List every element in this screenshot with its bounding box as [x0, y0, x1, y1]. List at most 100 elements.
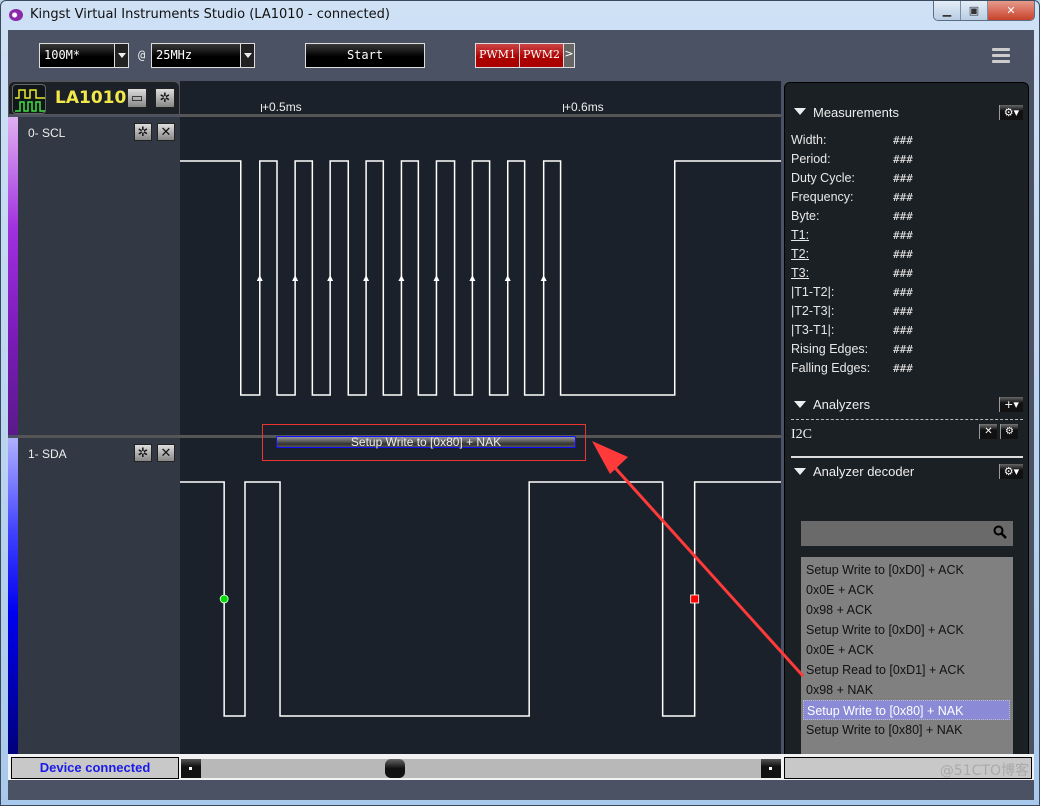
pwm2-button[interactable]: PWM2	[520, 44, 564, 67]
device-settings-button[interactable]: ✲	[155, 88, 175, 108]
rising-edge-marker	[540, 275, 547, 281]
decoder-list-item[interactable]: Setup Write to [0xD0] + ACK	[801, 560, 1013, 580]
channel-settings-button[interactable]: ✲	[134, 444, 152, 462]
measurement-row: |T1-T2|: ###	[791, 285, 1021, 299]
measurement-row: Width: ###	[791, 133, 1021, 147]
measurement-label: Frequency:	[791, 190, 854, 204]
scl-waveform	[180, 160, 781, 396]
channel-label-area: 1- SDA ✲ ✕	[18, 438, 180, 756]
device-config-button[interactable]: ▭	[127, 88, 147, 108]
measurements-options-button[interactable]: ⚙▾	[999, 105, 1023, 120]
device-header: LA1010 ▭ ✲	[8, 81, 180, 115]
sample-rate-select[interactable]: 25MHz	[151, 43, 255, 68]
measurement-value: ###	[893, 248, 913, 261]
waveform-area[interactable]	[180, 117, 781, 435]
device-status: Device connected	[11, 757, 179, 779]
pwm-more-button[interactable]: >	[564, 44, 574, 67]
rising-edge-marker	[256, 275, 263, 281]
start-button[interactable]: Start	[305, 43, 425, 68]
measurement-label: Width:	[791, 133, 827, 147]
decoder-list-item[interactable]: Setup Write to [0xD0] + ACK	[801, 620, 1013, 640]
gear-icon: ⚙▾	[1003, 465, 1020, 478]
close-button[interactable]: ✕	[988, 1, 1034, 20]
gear-icon: ✲	[159, 90, 171, 106]
close-icon: ✕	[160, 124, 172, 140]
decoder-options-button[interactable]: ⚙▾	[999, 464, 1023, 479]
measurement-row: Falling Edges: ###	[791, 361, 1021, 375]
measurement-value: ###	[893, 191, 913, 204]
measurement-row: |T2-T3|: ###	[791, 304, 1021, 318]
measurement-value: ###	[893, 153, 913, 166]
decoder-list-item[interactable]: Setup Write to [0x80] + NAK	[801, 720, 1013, 740]
decoder-search-input[interactable]	[801, 521, 1013, 546]
scroll-right-button[interactable]	[761, 759, 781, 778]
collapse-triangle-icon[interactable]	[794, 468, 806, 475]
collapse-triangle-icon[interactable]	[794, 108, 806, 115]
rising-edge-marker	[504, 275, 511, 281]
measurement-value: ###	[893, 362, 913, 375]
measurement-label[interactable]: T3:	[791, 266, 893, 280]
measurement-label: Byte:	[791, 209, 820, 223]
search-icon[interactable]	[993, 525, 1007, 539]
decoder-list-item[interactable]: 0x0E + ACK	[801, 580, 1013, 600]
analyzer-settings-button[interactable]: ⚙	[1000, 424, 1018, 439]
measurement-label: |T1-T2|:	[791, 285, 835, 299]
scroll-left-button[interactable]	[181, 759, 201, 778]
at-label: @	[138, 48, 146, 62]
pwm1-button[interactable]: PWM1	[476, 44, 520, 67]
measurement-value: ###	[893, 172, 913, 185]
measurement-value: ###	[893, 305, 913, 318]
decoder-list-item[interactable]: 0x0E + ACK	[801, 640, 1013, 660]
decoder-list-item[interactable]: 0x98 + NAK	[801, 680, 1013, 700]
measurement-row: Duty Cycle: ###	[791, 171, 1021, 185]
measurement-row: T1: ###	[791, 228, 1021, 242]
tick-label: +0.5ms	[262, 100, 302, 114]
measurements-title: Measurements	[813, 105, 899, 120]
divider	[791, 456, 1023, 458]
measurement-value: ###	[893, 267, 913, 280]
chevron-down-icon[interactable]	[114, 44, 128, 67]
watermark: @51CTO博客	[939, 763, 1029, 779]
annotation-highlight-box	[262, 424, 586, 461]
tick-label: +0.6ms	[564, 100, 604, 114]
minimize-button[interactable]: ▁	[934, 1, 961, 20]
gear-icon: ⚙▾	[1003, 106, 1020, 119]
app-logo-icon	[9, 9, 23, 21]
channel-settings-button[interactable]: ✲	[134, 123, 152, 141]
gear-icon: ⚙	[1005, 426, 1014, 437]
channel-color-stripe	[8, 117, 18, 435]
sample-rate-value: 25MHz	[156, 48, 193, 62]
remove-analyzer-button[interactable]: ✕	[979, 424, 997, 439]
maximize-button[interactable]: ▣	[961, 1, 988, 20]
time-ruler[interactable]: +0.5ms +0.6ms	[180, 81, 781, 117]
channel-remove-button[interactable]: ✕	[157, 123, 175, 141]
decoder-list[interactable]: Setup Write to [0xD0] + ACK 0x0E + ACK 0x9…	[801, 557, 1013, 769]
rising-edge-marker	[398, 275, 405, 281]
divider	[791, 419, 1023, 420]
hamburger-menu-icon[interactable]	[992, 48, 1010, 63]
channel-label-area: 0- SCL ✲ ✕	[18, 117, 180, 435]
status-info-panel: @51CTO博客	[784, 757, 1032, 779]
measurement-value: ###	[893, 229, 913, 242]
collapse-triangle-icon[interactable]	[794, 401, 806, 408]
measurement-value: ###	[893, 286, 913, 299]
waveform-logo-icon	[12, 84, 46, 114]
decoder-list-item[interactable]: 0x98 + ACK	[801, 600, 1013, 620]
measurement-label: |T3-T1|:	[791, 323, 835, 337]
decoder-list-item[interactable]: Setup Read to [0xD1] + ACK	[801, 660, 1013, 680]
horizontal-scrollbar[interactable]	[181, 759, 781, 778]
add-analyzer-button[interactable]: +▾	[999, 397, 1023, 412]
chevron-down-icon[interactable]	[240, 44, 254, 67]
device-name: LA1010	[55, 88, 127, 108]
waveform-area[interactable]	[180, 438, 781, 756]
sample-depth-select[interactable]: 100M*	[39, 43, 129, 68]
measurement-label[interactable]: T1:	[791, 228, 893, 242]
channel-sda: 1- SDA ✲ ✕	[8, 438, 781, 756]
measurement-label[interactable]: T2:	[791, 247, 893, 261]
chip-icon: ▭	[130, 90, 144, 106]
analyzer-item-i2c[interactable]: I2C	[791, 427, 812, 443]
decoder-list-item[interactable]: Setup Write to [0x80] + NAK	[803, 700, 1010, 720]
measurement-label: Duty Cycle:	[791, 171, 855, 185]
channel-remove-button[interactable]: ✕	[157, 444, 175, 462]
scroll-thumb[interactable]	[384, 759, 405, 778]
